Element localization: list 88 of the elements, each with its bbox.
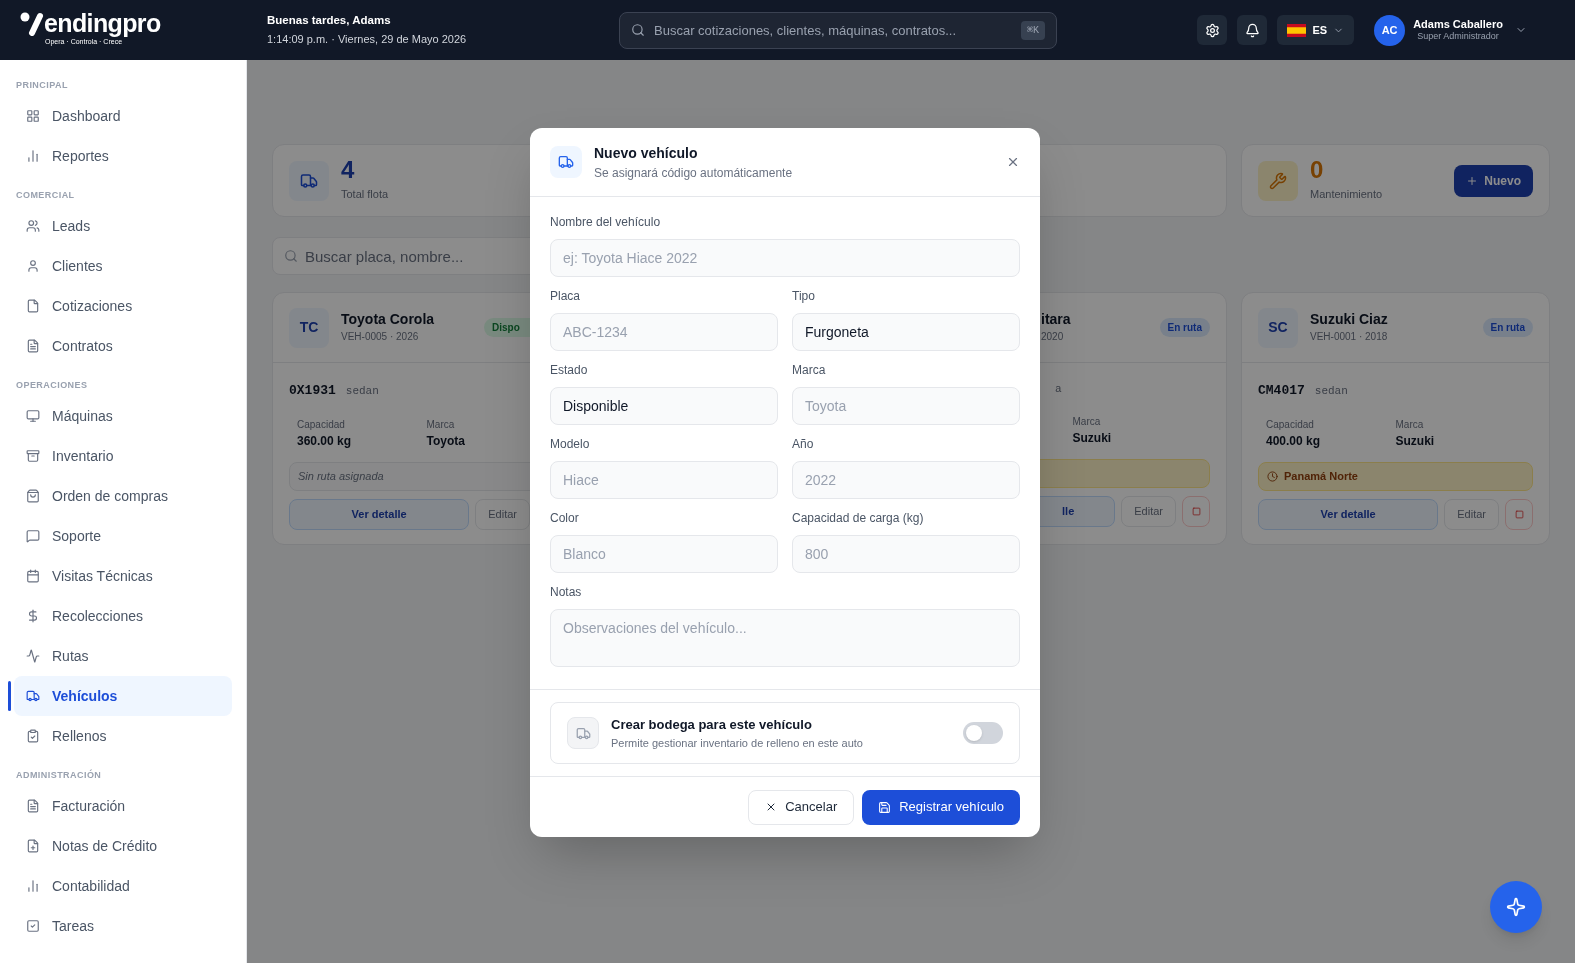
nav-item[interactable]: Rutas	[14, 636, 232, 676]
text-field[interactable]: 2022	[792, 461, 1020, 499]
nav-item[interactable]: Orden de compras	[14, 476, 232, 516]
nav-item[interactable]: Cotizaciones	[14, 286, 232, 326]
field-label: Notas	[550, 584, 583, 601]
details-button[interactable]: Ver detalle	[289, 498, 470, 530]
vehicle-initials: SC	[1258, 307, 1298, 348]
brand-label: Marca	[1072, 414, 1102, 429]
field-label: Placa	[550, 288, 582, 305]
nav-item[interactable]: Vehículos	[14, 676, 232, 716]
stat-value: 4	[341, 158, 356, 183]
nav-item[interactable]: Leads	[14, 206, 232, 246]
user-role: Super Administrador	[1417, 31, 1499, 43]
select-field[interactable]: Furgoneta	[792, 313, 1020, 351]
vehicle-code: VEH-0005 · 2026	[341, 329, 420, 344]
route-banner: Panamá Norte	[1258, 461, 1533, 491]
user-name: Adams Caballero	[1413, 17, 1503, 32]
nav-item[interactable]: Notas de Crédito	[14, 826, 232, 866]
field-label: Estado	[550, 362, 589, 379]
dialog-title: Nuevo vehículo	[594, 143, 699, 163]
nav-item[interactable]: Tareas	[14, 906, 232, 946]
section-label: OPERACIONES	[16, 379, 88, 393]
vehicle-code: VEH-0001 · 2018	[1310, 329, 1389, 344]
nav-item[interactable]: Facturación	[14, 786, 232, 826]
datetime: 1:14:09 p.m. · Viernes, 29 de Mayo 2026	[267, 32, 468, 48]
brand-label: Marca	[1395, 417, 1425, 432]
register-button[interactable]: Registrar vehículo	[862, 789, 1020, 825]
capacity-value: 360.00 kg	[297, 432, 353, 450]
text-field[interactable]: ej: Toyota Hiace 2022	[550, 239, 1020, 277]
section-label: COMERCIAL	[16, 189, 75, 203]
nav-item[interactable]: Dashboard	[14, 96, 232, 136]
brand-value: Suzuki	[1395, 432, 1436, 450]
stat-label: Total flota	[341, 187, 390, 203]
nav-item[interactable]: Recolecciones	[14, 596, 232, 636]
capacity-label: Capacidad	[297, 417, 346, 432]
greeting: Buenas tardes, Adams	[267, 13, 392, 29]
vehicle-code: 2020	[1041, 329, 1065, 344]
brand-label: Marca	[426, 417, 456, 432]
select-field[interactable]: Disponible	[550, 387, 778, 425]
vehicle-type: a	[1055, 382, 1062, 397]
plate-number: CM4017	[1258, 382, 1305, 400]
section-label: PRINCIPAL	[16, 79, 68, 93]
language-selector[interactable]: ES	[1277, 15, 1355, 45]
field-label: Nombre del vehículo	[550, 214, 662, 231]
dialog-subtitle: Se asignará código automáticamente	[594, 164, 794, 182]
nav-item[interactable]: Inventario	[14, 436, 232, 476]
logo-wordmark: endingpro	[44, 11, 161, 36]
stat-label: Mantenimiento	[1310, 187, 1384, 203]
capacity-label: Capacidad	[1266, 417, 1315, 432]
status-badge: En ruta	[1159, 318, 1210, 337]
vehicle-name: Toyota Corola	[341, 311, 436, 329]
vehicle-initials: TC	[289, 307, 329, 348]
option-title: Crear bodega para este vehículo	[611, 716, 813, 734]
field-label: Capacidad de carga (kg)	[792, 510, 925, 527]
brand-value: Suzuki	[1072, 429, 1113, 447]
status-badge: En ruta	[1482, 318, 1533, 337]
option-description: Permite gestionar inventario de relleno en este auto	[611, 735, 864, 751]
field-label: Año	[792, 436, 815, 453]
capacity-value: 400.00 kg	[1266, 432, 1322, 450]
user-avatar[interactable]: AC	[1374, 14, 1406, 46]
new-vehicle-button[interactable]: Nuevo	[1454, 164, 1533, 197]
plate-number: 0X1931	[289, 382, 336, 400]
vehicle-type: sedan	[345, 384, 379, 399]
section-label: ADMINISTRACIÓN	[16, 769, 102, 783]
vehicle-type: sedan	[1314, 384, 1348, 399]
nav-item[interactable]: Clientes	[14, 246, 232, 286]
text-field[interactable]: 800	[792, 535, 1020, 573]
notes-field[interactable]: Observaciones del vehículo...	[550, 609, 1020, 667]
text-field[interactable]: Toyota	[792, 387, 1020, 425]
nav-item[interactable]: Reportes	[14, 136, 232, 176]
details-button[interactable]: Ver detalle	[1258, 498, 1439, 530]
nav-item[interactable]: Visitas Técnicas	[14, 556, 232, 596]
vehicle-name: itara	[1041, 311, 1072, 329]
text-field[interactable]: Hiace	[550, 461, 778, 499]
vehicle-name: Suzuki Ciaz	[1310, 311, 1389, 329]
field-label: Tipo	[792, 288, 816, 305]
field-label: Marca	[792, 362, 827, 379]
nav-item[interactable]: Contabilidad	[14, 866, 232, 906]
nav-item[interactable]: Rellenos	[14, 716, 232, 756]
nav-item[interactable]: Soporte	[14, 516, 232, 556]
cancel-button[interactable]: Cancelar	[748, 789, 855, 825]
text-field[interactable]: Blanco	[550, 535, 778, 573]
nav-item[interactable]: Máquinas	[14, 396, 232, 436]
field-label: Modelo	[550, 436, 591, 453]
stat-value: 0	[1310, 158, 1325, 183]
field-label: Color	[550, 510, 580, 527]
nav-item[interactable]: Contratos	[14, 326, 232, 366]
text-field[interactable]: ABC-1234	[550, 313, 778, 351]
